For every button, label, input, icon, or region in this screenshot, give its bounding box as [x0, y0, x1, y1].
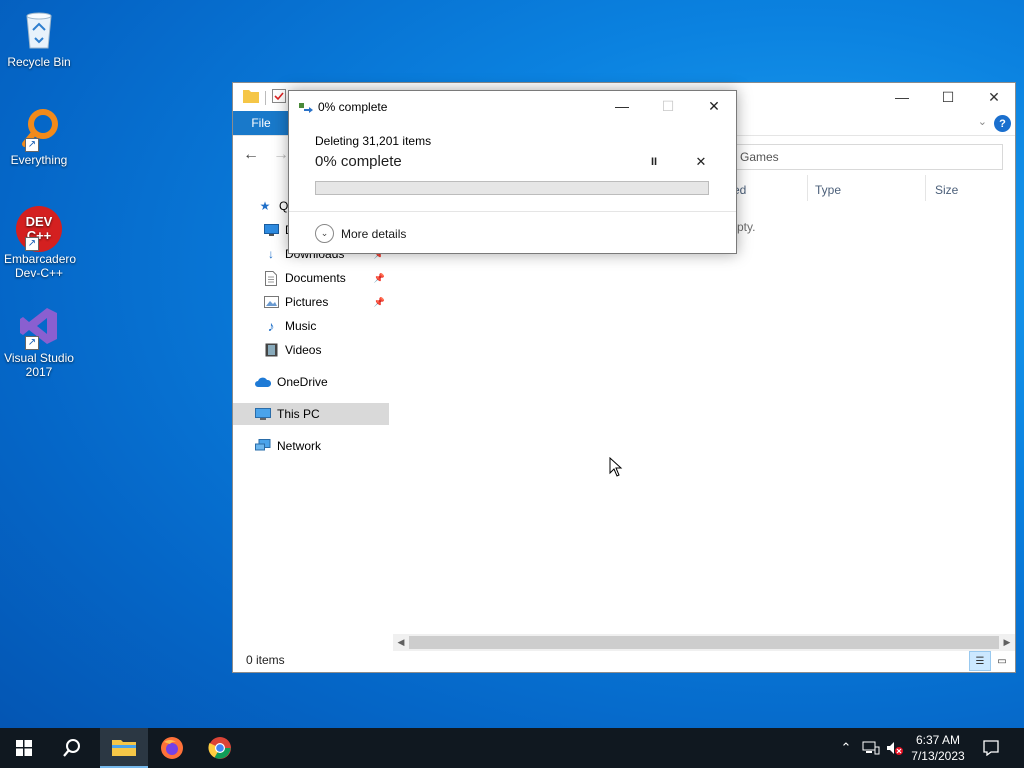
search-button[interactable] [48, 728, 96, 768]
more-details-label: More details [341, 226, 407, 241]
details-view-icon[interactable]: ☰ [969, 651, 991, 671]
back-arrow-icon[interactable]: ← [243, 146, 259, 164]
forward-arrow-icon[interactable]: → [273, 146, 289, 164]
file-tab[interactable]: File [233, 111, 289, 135]
more-details-button[interactable]: ⌄ More details [315, 224, 406, 243]
computer-icon [255, 406, 271, 422]
nav-item-music[interactable]: ♪ Music [263, 315, 419, 337]
empty-folder-message: pty. [737, 220, 756, 234]
desktop-icon-label: Recycle Bin [7, 55, 71, 69]
column-header-size[interactable]: Size [935, 183, 958, 197]
desktop-icon-label: Visual Studio 2017 [4, 351, 74, 379]
nav-item-this-pc[interactable]: This PC [233, 403, 389, 425]
show-hidden-icons-chevron-icon[interactable]: ⌃ [836, 728, 856, 768]
progress-bar [315, 181, 709, 195]
nav-item-label: Pictures [285, 295, 329, 309]
help-icon[interactable]: ? [994, 115, 1011, 132]
delete-progress-icon [299, 101, 313, 113]
folder-icon [243, 89, 259, 106]
nav-item-label: Network [277, 439, 322, 453]
progress-status-text: 0% complete [315, 153, 402, 170]
close-button[interactable]: ✕ [971, 83, 1017, 111]
delete-progress-dialog: 0% complete — ☐ ✕ Deleting 31,201 items … [288, 90, 737, 254]
desktop-icon-recycle-bin[interactable]: Recycle Bin [4, 8, 74, 69]
desktop-icon-devcpp[interactable]: DEV C++ ↗ Embarcadero Dev-C++ [4, 205, 77, 280]
shortcut-arrow-icon: ↗ [25, 138, 39, 152]
shortcut-arrow-icon: ↗ [25, 237, 39, 251]
dialog-title: 0% complete [318, 100, 388, 114]
nav-item-videos[interactable]: Videos [263, 339, 419, 361]
film-icon [263, 342, 279, 358]
stop-button[interactable]: ✕ [694, 154, 708, 169]
taskbar-file-explorer[interactable] [100, 728, 148, 768]
pin-icon: 📌 [373, 296, 385, 307]
pin-icon: 📌 [373, 272, 385, 283]
nav-item-label: Documents [285, 271, 346, 285]
firefox-icon [161, 737, 183, 759]
nav-item-onedrive[interactable]: OneDrive [255, 371, 411, 393]
network-status-icon[interactable] [860, 728, 882, 768]
desktop-icon-everything[interactable]: ↗ Everything [4, 106, 74, 167]
nav-item-pictures[interactable]: Pictures 📌 [263, 291, 389, 313]
column-header-type[interactable]: Type [815, 183, 841, 197]
network-icon [255, 438, 271, 454]
taskbar: ⌃ 6:37 AM 7/13/2023 [0, 728, 1024, 768]
svg-text:DEV: DEV [26, 214, 53, 229]
status-bar: 0 items ☰ ▭ [233, 648, 1015, 672]
taskbar-chrome[interactable] [196, 728, 244, 768]
nav-item-network[interactable]: Network [255, 435, 411, 457]
mouse-cursor-icon [609, 456, 623, 480]
minimize-button[interactable]: — [879, 83, 925, 111]
pause-button[interactable]: II [647, 155, 661, 169]
music-note-icon: ♪ [267, 318, 275, 334]
desktop-icon [263, 222, 279, 238]
dialog-close-button[interactable]: ✕ [691, 91, 737, 121]
column-separator[interactable] [925, 175, 926, 201]
properties-icon[interactable] [272, 89, 286, 106]
nav-item-label: Music [285, 319, 317, 333]
search-input[interactable]: Games [729, 144, 1003, 170]
chevron-down-icon[interactable]: ⌄ [978, 115, 987, 128]
quick-access-toolbar [243, 89, 286, 106]
chrome-icon [208, 737, 231, 759]
search-icon [63, 739, 80, 757]
large-icons-view-icon[interactable]: ▭ [991, 651, 1013, 671]
desktop-icon-visual-studio[interactable]: ↗ Visual Studio 2017 [4, 304, 74, 379]
cloud-icon [255, 374, 271, 390]
nav-item-label: OneDrive [277, 375, 328, 389]
column-separator[interactable] [807, 175, 808, 201]
recycle-bin-icon [17, 8, 61, 52]
shortcut-arrow-icon: ↗ [25, 336, 39, 350]
document-icon [263, 270, 279, 286]
star-icon: ★ [259, 199, 271, 213]
chevron-down-icon: ⌄ [315, 224, 334, 243]
system-clock[interactable]: 6:37 AM 7/13/2023 [906, 732, 970, 764]
volume-muted-icon[interactable] [884, 728, 906, 768]
clock-date: 7/13/2023 [911, 749, 965, 763]
maximize-button[interactable]: ☐ [925, 83, 971, 111]
operation-description: Deleting 31,201 items [315, 134, 432, 148]
item-count: 0 items [246, 653, 285, 667]
desktop-icon-label: Embarcadero Dev-C++ [4, 252, 77, 280]
pictures-icon [263, 294, 279, 310]
file-explorer-icon [112, 740, 136, 756]
visual-studio-icon: ↗ [17, 304, 61, 350]
everything-icon: ↗ [17, 106, 61, 152]
dialog-maximize-button: ☐ [661, 97, 675, 114]
nav-item-label: This PC [277, 407, 320, 421]
clock-time: 6:37 AM [915, 733, 961, 747]
notification-center-icon[interactable] [978, 728, 1004, 768]
windows-logo-icon [16, 740, 32, 756]
divider [289, 211, 736, 212]
download-arrow-icon: ↓ [268, 247, 274, 261]
nav-item-label: Videos [285, 343, 322, 357]
nav-item-documents[interactable]: Documents 📌 [263, 267, 389, 289]
dialog-minimize-button[interactable]: — [599, 91, 645, 121]
desktop-icon-label: Everything [10, 153, 68, 167]
devcpp-icon: DEV C++ ↗ [16, 205, 62, 252]
taskbar-firefox[interactable] [148, 728, 196, 768]
start-button[interactable] [0, 728, 48, 768]
